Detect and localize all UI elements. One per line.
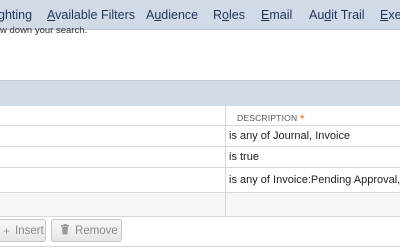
table-row[interactable]: is true: [0, 147, 400, 168]
description-cell: is any of Invoice:Pending Approval, Jo: [229, 174, 400, 186]
tab-execution[interactable]: Exec: [380, 8, 400, 22]
tab-highlighting[interactable]: ghting: [0, 8, 32, 22]
section-header-band: [0, 80, 400, 106]
insert-button[interactable]: + Insert: [0, 219, 46, 242]
column-divider: [225, 106, 226, 217]
help-text: w down your search.: [0, 25, 88, 36]
table-header-row: [0, 106, 400, 126]
new-row-entry[interactable]: [0, 193, 400, 217]
column-header-description[interactable]: DESCRIPTION *: [237, 110, 305, 126]
trash-icon: [60, 223, 70, 238]
tab-roles[interactable]: Roles: [213, 8, 245, 22]
tab-email[interactable]: Email: [261, 8, 292, 22]
tab-audience[interactable]: Audience: [146, 8, 198, 22]
remove-button[interactable]: Remove: [51, 219, 122, 242]
description-cell: is any of Journal, Invoice: [229, 130, 351, 142]
required-marker: *: [299, 112, 305, 126]
table-row[interactable]: is any of Invoice:Pending Approval, Jo: [0, 168, 400, 193]
tab-available-filters[interactable]: Available Filters: [47, 8, 135, 22]
description-cell: is true: [229, 151, 259, 163]
footer-divider: [0, 246, 400, 247]
table-row[interactable]: is any of Journal, Invoice: [0, 126, 400, 147]
tab-audit-trail[interactable]: Audit Trail: [309, 8, 365, 22]
plus-icon: +: [3, 223, 11, 238]
